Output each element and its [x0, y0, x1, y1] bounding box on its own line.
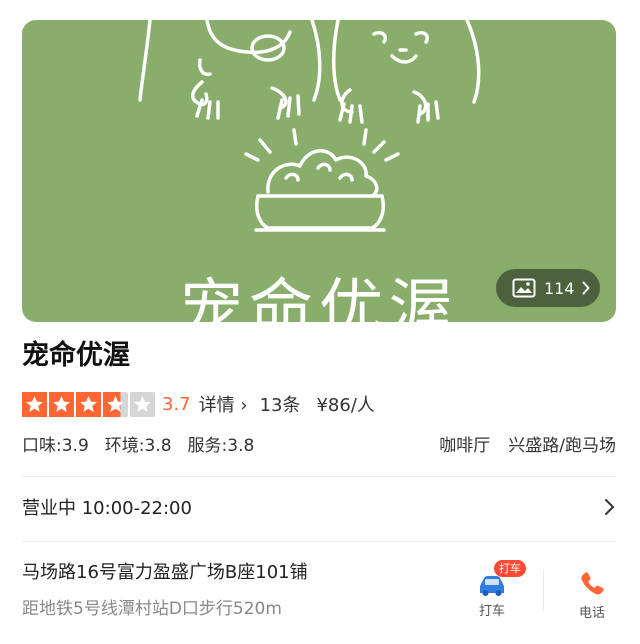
- rating-row: 3.7 详情 › 13条 ¥86/人: [22, 390, 375, 418]
- call-label: 电话: [578, 606, 605, 621]
- star-rating: [22, 391, 155, 417]
- service-score: 服务:3.8: [187, 435, 255, 456]
- environment-score: 环境:3.8: [104, 435, 172, 456]
- shop-tags: 咖啡厅 兴盛路/跑马场: [439, 430, 616, 456]
- taxi-label: 打车: [478, 604, 505, 619]
- star-icon: [76, 391, 101, 417]
- detail-label: 详情: [198, 395, 235, 416]
- metro-distance: 距地铁5号线潭村站D口步行520m: [22, 599, 282, 619]
- review-count[interactable]: 13条: [260, 391, 301, 417]
- star-icon: [22, 391, 47, 417]
- action-divider: [543, 570, 544, 610]
- shop-banner[interactable]: 宠命优渥 114: [22, 20, 616, 322]
- shop-address[interactable]: 马场路16号富力盈盛广场B座101铺: [22, 560, 308, 586]
- business-hours: 营业中 10:00-22:00: [22, 498, 192, 519]
- business-hours-row[interactable]: 营业中 10:00-22:00: [22, 490, 616, 524]
- star-icon: [130, 391, 155, 417]
- taste-score: 口味:3.9: [22, 435, 89, 456]
- rating-detail-link[interactable]: 详情 ›: [199, 391, 248, 417]
- chevron-right-icon: [582, 281, 590, 295]
- category-tag[interactable]: 咖啡厅: [439, 431, 490, 456]
- photo-gallery-button[interactable]: 114: [496, 269, 600, 307]
- photo-count: 114: [544, 278, 575, 298]
- phone-icon: [581, 572, 604, 595]
- area-tag[interactable]: 兴盛路/跑马场: [508, 431, 616, 456]
- price-per-person: ¥86/人: [316, 395, 375, 416]
- divider: [22, 476, 616, 477]
- rating-score: 3.7: [162, 393, 191, 415]
- taxi-button[interactable]: 打车 打车: [462, 560, 526, 619]
- call-button[interactable]: 电话: [562, 562, 622, 621]
- sub-scores: 口味:3.9 环境:3.8 服务:3.8: [22, 430, 254, 456]
- star-icon: [49, 391, 74, 417]
- chevron-right-icon: [605, 499, 614, 515]
- taxi-badge: 打车: [494, 560, 526, 577]
- divider: [22, 541, 616, 542]
- image-icon: [512, 278, 536, 298]
- star-icon: [103, 391, 128, 417]
- shop-name: 宠命优渥: [22, 340, 130, 371]
